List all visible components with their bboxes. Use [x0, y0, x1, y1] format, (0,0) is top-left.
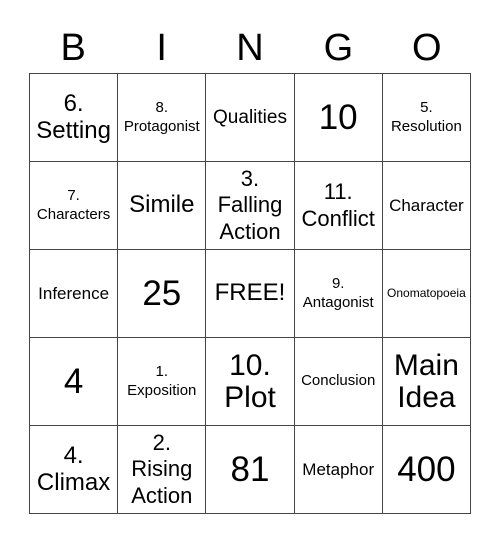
bingo-cell[interactable]: 10: [294, 74, 383, 162]
bingo-cell[interactable]: Conclusion: [294, 338, 383, 426]
header-letter-b: B: [60, 27, 86, 69]
bingo-cell[interactable]: Qualities: [206, 74, 295, 162]
header-letter-i: I: [156, 27, 167, 69]
bingo-cell[interactable]: 3. Falling Action: [206, 162, 295, 250]
bingo-cell[interactable]: Simile: [118, 162, 207, 250]
header-letter-o: O: [412, 27, 442, 69]
bingo-cell[interactable]: 10. Plot: [206, 338, 295, 426]
header-letter-n: N: [236, 27, 264, 69]
bingo-cell[interactable]: 2. Rising Action: [118, 426, 207, 514]
bingo-cell[interactable]: 1. Exposition: [118, 338, 207, 426]
bingo-cell[interactable]: 5. Resolution: [382, 74, 471, 162]
bingo-cell[interactable]: Onomatopoeia: [382, 250, 471, 338]
bingo-cell[interactable]: 4. Climax: [30, 426, 119, 514]
bingo-cell[interactable]: 6. Setting: [30, 74, 119, 162]
bingo-cell[interactable]: Inference: [30, 250, 119, 338]
bingo-cell[interactable]: 400: [382, 426, 471, 514]
bingo-card-grid: 6. Setting 8. Protagonist Qualities 10 5…: [29, 73, 471, 514]
bingo-cell[interactable]: 11. Conflict: [294, 162, 383, 250]
bingo-cell[interactable]: 7. Characters: [30, 162, 119, 250]
bingo-cell[interactable]: 8. Protagonist: [118, 74, 207, 162]
free-space[interactable]: FREE!: [206, 250, 295, 338]
bingo-cell[interactable]: Character: [382, 162, 471, 250]
bingo-cell[interactable]: 4: [30, 338, 119, 426]
bingo-cell[interactable]: 9. Antagonist: [294, 250, 383, 338]
bingo-cell[interactable]: Main Idea: [382, 338, 471, 426]
bingo-header: B I N G O: [29, 24, 471, 72]
bingo-cell[interactable]: Metaphor: [294, 426, 383, 514]
bingo-cell[interactable]: 81: [206, 426, 295, 514]
header-letter-g: G: [323, 27, 354, 69]
bingo-cell[interactable]: 25: [118, 250, 207, 338]
